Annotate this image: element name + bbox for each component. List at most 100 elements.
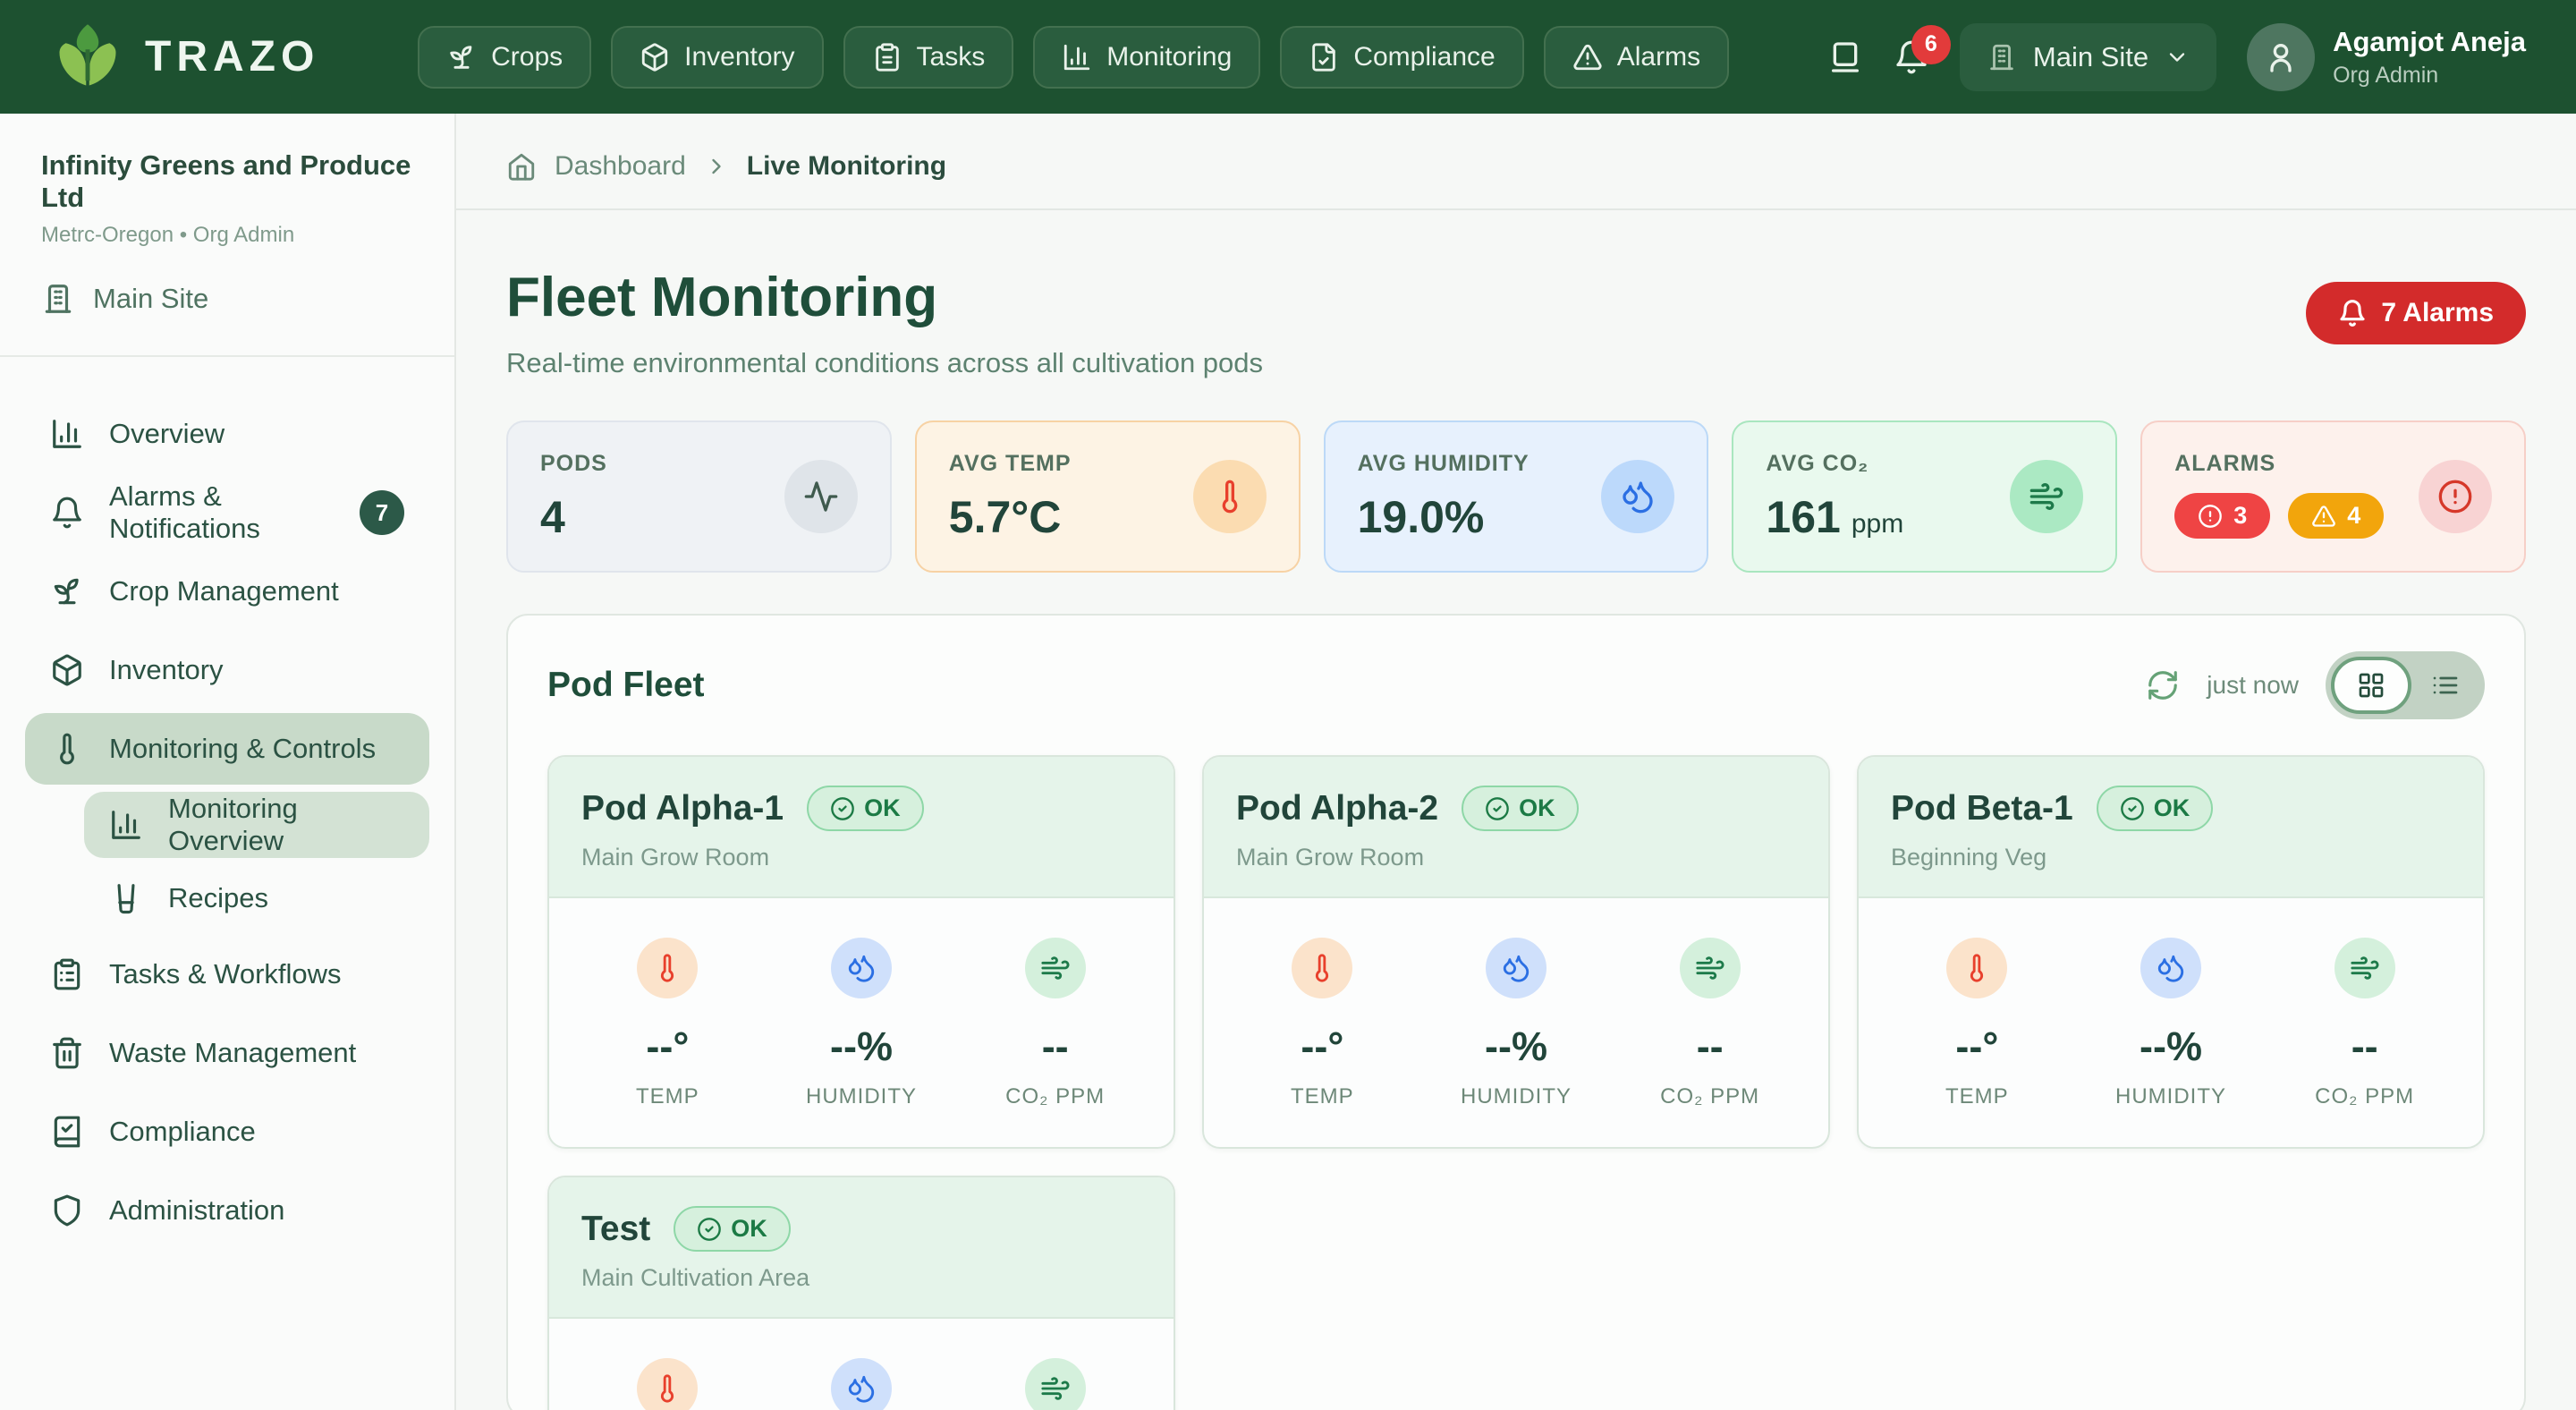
file-check-icon <box>1309 42 1339 72</box>
pod-metric-temp: 22.8° TEMP <box>571 1358 765 1410</box>
pod-temp-label: TEMP <box>1880 1084 2074 1109</box>
thermometer-icon <box>50 732 84 766</box>
pod-metric-temp: --° TEMP <box>1225 938 1419 1109</box>
breadcrumb-current: Live Monitoring <box>747 151 946 182</box>
sidebar-item-label: Crop Management <box>109 575 339 607</box>
sidebar-item-recipes[interactable]: Recipes <box>84 865 429 931</box>
sidebar-site[interactable]: Main Site <box>41 282 413 316</box>
pod-grid: Pod Alpha-1 OK Main Grow Room <box>547 755 2485 1410</box>
grid-icon <box>2357 671 2385 700</box>
pod-status-badge: OK <box>674 1206 791 1252</box>
pod-metric-co2: 642 CO₂ PPM <box>958 1358 1152 1410</box>
stat-card-alarms: ALARMS 3 4 <box>2140 420 2526 573</box>
pod-co2-label: CO₂ PPM <box>1613 1084 1807 1109</box>
pod-card-test[interactable]: Test OK Main Cultivation Area <box>547 1176 1175 1410</box>
sidebar-item-crop-management[interactable]: Crop Management <box>25 556 429 627</box>
grid-view-button[interactable] <box>2331 657 2411 714</box>
activity-icon <box>784 460 858 533</box>
sidebar-item-label: Monitoring & Controls <box>109 733 376 765</box>
warning-count: 4 <box>2347 502 2360 530</box>
refresh-button[interactable] <box>2146 668 2180 702</box>
sidebar-item-label: Tasks & Workflows <box>109 958 342 990</box>
pod-status-badge: OK <box>1462 786 1579 831</box>
breadcrumb-dashboard[interactable]: Dashboard <box>555 151 686 182</box>
trazo-leaf-logo <box>50 20 125 95</box>
topnav-alarms[interactable]: Alarms <box>1544 26 1729 89</box>
pod-metric-humidity: --% HUMIDITY <box>2074 938 2268 1109</box>
pod-card-alpha-1[interactable]: Pod Alpha-1 OK Main Grow Room <box>547 755 1175 1149</box>
bell-icon <box>50 496 84 530</box>
pod-metric-co2: -- CO₂ PPM <box>958 938 1152 1109</box>
pod-humidity-label: HUMIDITY <box>1419 1084 1614 1109</box>
breadcrumb: Dashboard Live Monitoring <box>456 114 2576 210</box>
shield-icon <box>50 1193 84 1227</box>
sidebar-item-administration[interactable]: Administration <box>25 1175 429 1246</box>
topnav-monitoring[interactable]: Monitoring <box>1033 26 1260 89</box>
user-menu[interactable]: Agamjot Aneja Org Admin <box>2247 23 2526 91</box>
pod-co2-label: CO₂ PPM <box>2267 1084 2462 1109</box>
sidebar-item-label: Administration <box>109 1194 284 1227</box>
sidebar-item-label: Recipes <box>168 882 268 914</box>
pod-temp-label: TEMP <box>571 1084 765 1109</box>
pod-co2-value: -- <box>958 1024 1152 1070</box>
sidebar-item-overview[interactable]: Overview <box>25 398 429 470</box>
thermometer-icon <box>1946 938 2007 998</box>
pod-co2-value: -- <box>2267 1024 2462 1070</box>
pod-humidity-value: --% <box>2074 1024 2268 1070</box>
sidebar-item-monitoring-overview[interactable]: Monitoring Overview <box>84 792 429 858</box>
home-icon <box>506 151 537 182</box>
topnav-tasks[interactable]: Tasks <box>843 26 1014 89</box>
pod-status-badge: OK <box>2097 786 2214 831</box>
pod-metric-humidity: --% HUMIDITY <box>1419 938 1614 1109</box>
pod-humidity-value: --% <box>1419 1024 1614 1070</box>
topnav-compliance[interactable]: Compliance <box>1280 26 1523 89</box>
package-icon <box>50 653 84 687</box>
page-subtitle: Real-time environmental conditions acros… <box>506 347 1263 379</box>
top-header: TRAZO Crops Inventory Tasks Monitoring C… <box>0 0 2576 114</box>
list-view-button[interactable] <box>2411 657 2479 714</box>
alert-circle-icon <box>2419 460 2492 533</box>
sidebar-item-label: Alarms & Notifications <box>109 480 335 545</box>
alarms-count-badge: 7 <box>360 490 404 535</box>
bell-icon <box>2338 299 2367 327</box>
sidebar-item-compliance[interactable]: Compliance <box>25 1096 429 1168</box>
alert-triangle-icon <box>1572 42 1603 72</box>
check-circle-icon <box>830 796 855 821</box>
sidebar-item-waste-management[interactable]: Waste Management <box>25 1017 429 1089</box>
sidebar-item-monitoring-controls[interactable]: Monitoring & Controls <box>25 713 429 785</box>
pod-status-badge: OK <box>807 786 924 831</box>
pod-metric-humidity: --% HUMIDITY <box>765 938 959 1109</box>
top-nav: Crops Inventory Tasks Monitoring Complia… <box>418 26 1729 89</box>
notifications-button[interactable]: 6 <box>1894 39 1929 75</box>
bar-chart-icon <box>109 808 143 842</box>
last-refreshed-label: just now <box>2207 671 2299 700</box>
sidebar-item-label: Monitoring Overview <box>168 793 404 857</box>
alarms-button[interactable]: 7 Alarms <box>2306 282 2526 344</box>
site-selector[interactable]: Main Site <box>1960 23 2216 91</box>
pod-co2-label: CO₂ PPM <box>958 1084 1152 1109</box>
device-button[interactable] <box>1827 39 1863 75</box>
sidebar-item-alarms-notifications[interactable]: Alarms & Notifications 7 <box>25 477 429 548</box>
sidebar-item-inventory[interactable]: Inventory <box>25 634 429 706</box>
stat-card-pods: PODS 4 <box>506 420 892 573</box>
pod-name: Pod Alpha-2 <box>1236 789 1438 828</box>
org-name: Infinity Greens and Produce Ltd <box>41 149 413 214</box>
pod-card-alpha-2[interactable]: Pod Alpha-2 OK Main Grow Room <box>1202 755 1830 1149</box>
topnav-crops[interactable]: Crops <box>418 26 591 89</box>
pod-fleet-title: Pod Fleet <box>547 666 705 705</box>
main-content: Dashboard Live Monitoring Fleet Monitori… <box>456 114 2576 1410</box>
pod-location: Main Cultivation Area <box>581 1264 1141 1292</box>
pod-card-beta-1[interactable]: Pod Beta-1 OK Beginning Veg <box>1857 755 2485 1149</box>
org-block: Infinity Greens and Produce Ltd Metrc-Or… <box>0 114 454 357</box>
user-icon <box>2263 39 2299 75</box>
sidebar-item-tasks-workflows[interactable]: Tasks & Workflows <box>25 939 429 1010</box>
pod-status-text: OK <box>1519 794 1555 822</box>
view-toggle <box>2326 651 2485 719</box>
sidebar-item-label: Inventory <box>109 654 224 686</box>
pod-metric-co2: -- CO₂ PPM <box>2267 938 2462 1109</box>
sprout-icon <box>50 574 84 608</box>
check-circle-icon <box>2120 796 2145 821</box>
book-check-icon <box>50 1115 84 1149</box>
bar-chart-icon <box>1062 42 1092 72</box>
topnav-inventory[interactable]: Inventory <box>611 26 823 89</box>
